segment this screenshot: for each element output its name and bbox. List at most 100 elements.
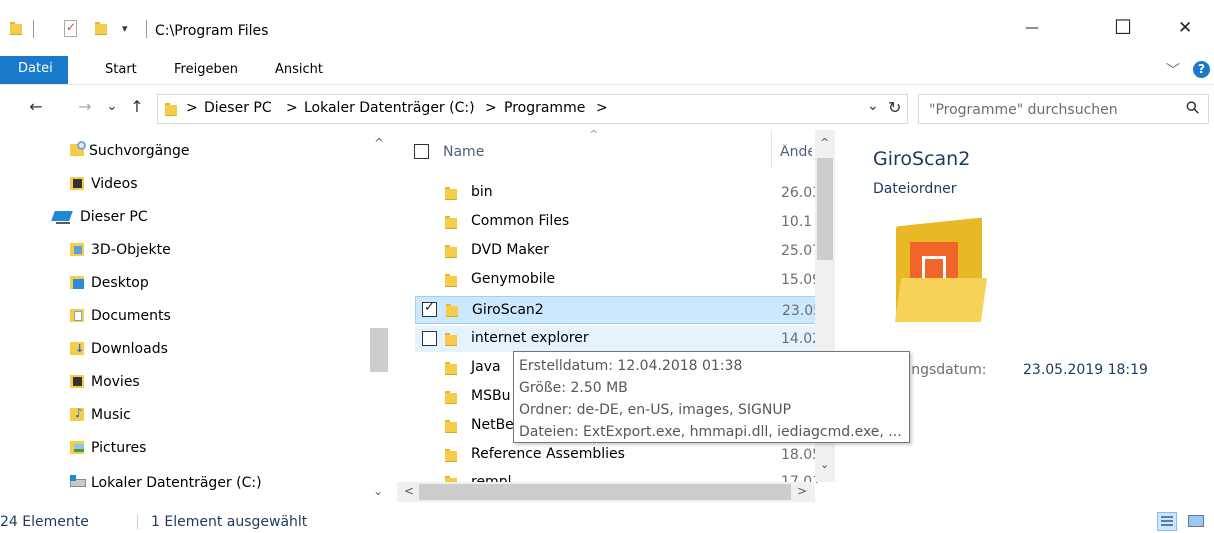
nav-item-dieser-pc[interactable]: Dieser PC [51,206,353,228]
scroll-up-icon[interactable]: ^ [820,136,829,149]
nav-item-music[interactable]: ♪ Music [70,404,360,426]
note-icon: ♪ [75,406,83,420]
folder-info-tooltip: Erstelldatum: 12.04.2018 01:38 Größe: 2.… [513,351,910,443]
tooltip-created: Erstelldatum: 12.04.2018 01:38 [519,358,743,374]
breadcrumb-programme[interactable]: Programme [504,100,585,116]
list-item[interactable]: bin 26.03. [415,180,835,206]
list-item[interactable]: Reference Assemblies 18.05. [415,442,835,468]
maximize-button[interactable]: ☐ [1114,15,1132,39]
tab-file[interactable]: Datei [0,56,68,84]
item-name: Common Files [471,213,570,229]
list-item-selected[interactable]: ✓ GiroScan2 23.05. [415,296,835,324]
nav-item-desktop[interactable]: Desktop [70,272,360,294]
magnifier-icon [77,141,86,150]
help-icon[interactable]: ? [1193,61,1210,78]
item-checkbox[interactable]: ✓ [422,300,437,317]
breadcrumb-this-pc[interactable]: Dieser PC [204,100,272,116]
nav-item-lokaler-datentraeger[interactable]: Lokaler Datenträger (C:) [70,472,360,494]
title-bar: ✓ ▾ C:\Program Files — ☐ ✕ [0,0,1214,56]
tab-share[interactable]: Freigeben [174,62,238,77]
scroll-thumb[interactable] [370,328,388,372]
tab-start[interactable]: Start [105,62,137,77]
windows-logo-icon [70,475,76,481]
tab-view[interactable]: Ansicht [275,62,323,77]
qat-dropdown-icon[interactable]: ▾ [122,22,128,35]
back-button[interactable]: ← [26,96,46,118]
breadcrumb-drive-c[interactable]: Lokaler Datenträger (C:) [304,100,475,116]
page-icon [74,311,82,321]
status-selection: 1 Element ausgewählt [151,514,308,530]
tooltip-size: Größe: 2.50 MB [519,380,628,396]
select-all-checkbox[interactable] [414,144,429,159]
nav-item-label: Lokaler Datenträger (C:) [91,475,262,491]
nav-item-label: Downloads [91,341,168,357]
close-button[interactable]: ✕ [1178,18,1192,38]
search-box[interactable]: ⚲ [918,94,1209,124]
column-divider[interactable] [771,130,772,168]
nav-item-videos[interactable]: Videos [70,173,360,195]
properties-icon[interactable]: ✓ [64,20,77,37]
column-header-name[interactable]: Name [443,144,484,160]
refresh-icon[interactable]: ↻ [888,98,901,117]
address-bar[interactable]: > Dieser PC > Lokaler Datenträger (C:) >… [157,94,908,124]
list-item-hovered[interactable]: internet explorer 14.02. [415,326,835,352]
nav-item-downloads[interactable]: ↓ Downloads [70,338,360,360]
list-item[interactable]: Genymobile 15.09. [415,267,835,293]
scroll-thumb[interactable] [419,484,791,500]
scroll-left-icon[interactable]: < [404,484,414,498]
divider [146,20,147,38]
downloads-icon: ↓ [70,342,84,355]
folder-icon [445,449,457,462]
file-list: Name ^ Ände bin 26.03. Common Files 10.1… [397,130,837,510]
list-item[interactable]: Common Files 10.1 [415,209,835,235]
address-dropdown-icon[interactable]: ⌄ [867,98,879,114]
expand-ribbon-icon[interactable]: ﹀ [1166,60,1180,80]
search-icon[interactable]: ⚲ [1182,97,1205,120]
checkmark-icon: ✓ [424,300,435,315]
file-list-hscrollbar[interactable]: < > [397,482,815,502]
item-name: Reference Assemblies [471,446,625,462]
drive-icon [70,475,86,487]
ribbon-bar: Datei Start Freigeben Ansicht ﹀ ? [0,56,1214,85]
item-checkbox[interactable] [422,331,437,346]
breadcrumb-separator[interactable]: > [286,100,298,116]
breadcrumb-separator[interactable]: > [485,100,497,116]
up-button[interactable]: ↑ [127,96,147,118]
nav-scrollbar[interactable]: ^ ⌄ [368,130,390,510]
scroll-right-icon[interactable]: > [797,484,807,498]
scroll-up-icon[interactable]: ^ [374,136,384,150]
folder-icon[interactable] [10,22,22,35]
status-item-count: 24 Elemente [0,514,89,530]
details-view-icon [1161,516,1173,527]
column-header-date[interactable]: Ände [780,144,812,160]
scroll-down-icon[interactable]: ⌄ [820,458,829,471]
divider [137,515,138,529]
list-item[interactable]: DVD Maker 25.07. [415,238,835,264]
folder-icon [445,391,457,404]
recent-locations-button[interactable]: ⌄ [102,96,122,118]
nav-item-suchvorgaenge[interactable]: Suchvorgänge [70,140,360,162]
large-icons-view-button[interactable] [1186,513,1206,530]
tooltip-files: Dateien: ExtExport.exe, hmmapi.dll, iedi… [519,424,902,440]
folder-icon [446,304,458,317]
scroll-down-icon[interactable]: ⌄ [373,484,383,498]
nav-item-pictures[interactable]: Pictures [70,437,360,459]
nav-item-label: Videos [91,176,138,192]
film-icon [73,179,82,188]
nav-item-movies[interactable]: Movies [70,371,360,393]
nav-item-documents[interactable]: Documents [70,305,360,327]
nav-item-label: Pictures [91,440,147,456]
scroll-thumb[interactable] [817,158,833,260]
nav-item-3d-objekte[interactable]: 3D-Objekte [70,239,360,261]
minimize-button[interactable]: — [1025,20,1039,36]
new-folder-icon[interactable] [95,22,107,35]
image-icon [74,444,84,452]
details-view-button[interactable] [1157,512,1177,531]
forward-button[interactable]: → [75,96,95,118]
search-input[interactable] [929,101,1169,119]
breadcrumb-separator[interactable]: > [186,100,198,116]
item-name: Java [471,359,501,375]
breadcrumb-separator[interactable]: > [596,100,608,116]
folder-icon [445,245,457,258]
nav-item-label: Dieser PC [80,209,148,225]
